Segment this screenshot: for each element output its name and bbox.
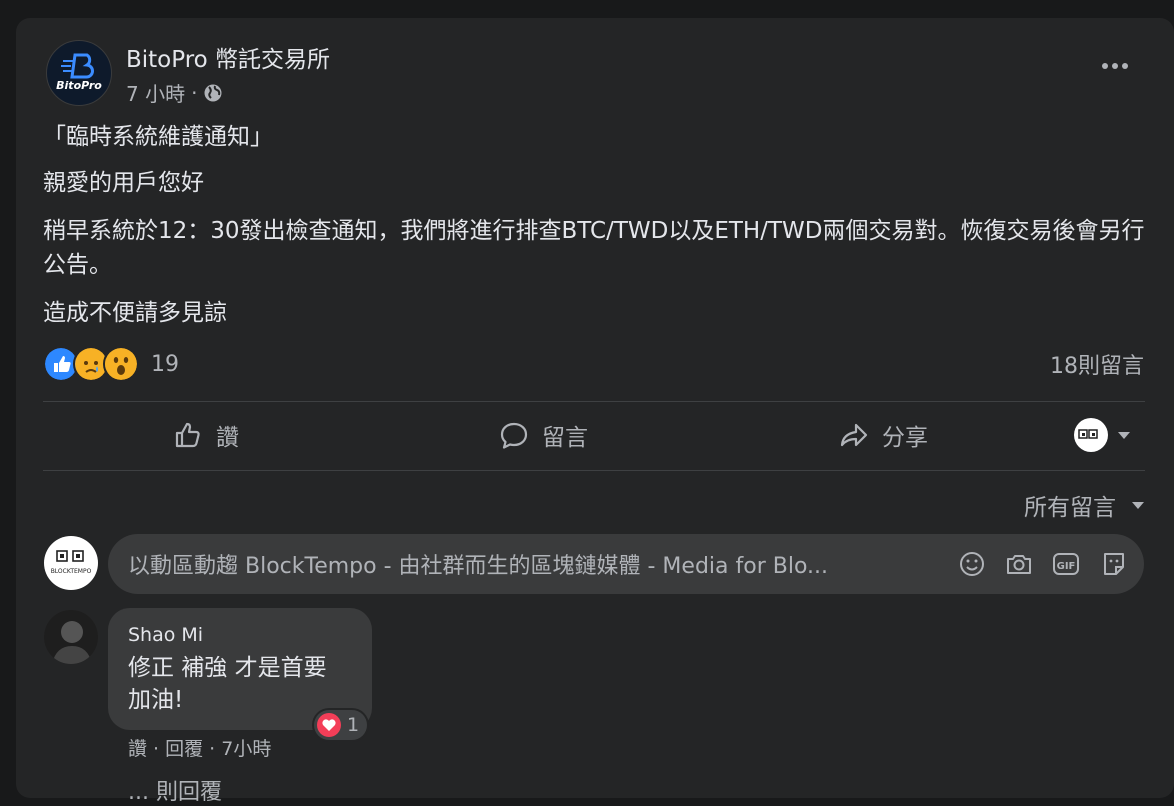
post-greeting-line: 親愛的用戶您好 (43, 170, 204, 196)
like-label: 讚 (216, 425, 239, 451)
post-meta: 7 小時 · (126, 78, 223, 107)
comment-reaction-badge[interactable]: 1 (314, 710, 368, 740)
meta-separator: · (191, 80, 198, 105)
reaction-summary[interactable]: 19 (43, 346, 179, 382)
thumbs-up-icon (175, 422, 200, 448)
share-icon (840, 423, 868, 447)
comment-sort-dropdown[interactable]: 所有留言 (1024, 488, 1144, 522)
comment-actions[interactable]: 讚 · 回覆 · 7小時 (128, 734, 271, 761)
more-options-icon[interactable] (1100, 54, 1130, 78)
blocktempo-logo-icon: BLOCKTEMPO (51, 550, 92, 575)
chevron-down-icon (1132, 501, 1144, 509)
post-card: BitoPro BitoPro 幣託交易所 7 小時 · 「臨時系統維護通知」 … (16, 18, 1174, 805)
sort-label: 所有留言 (1024, 495, 1116, 521)
page-name[interactable]: BitoPro 幣託交易所 (126, 40, 330, 74)
svg-text:BLOCKTEMPO: BLOCKTEMPO (51, 568, 92, 575)
comment-text: 修正 補強 才是首要 加油! (128, 652, 368, 716)
composer-avatar[interactable]: BLOCKTEMPO (44, 536, 98, 590)
like-button[interactable]: 讚 (172, 418, 239, 452)
gif-icon[interactable]: GIF (1052, 550, 1080, 578)
audience-selector[interactable] (1074, 418, 1130, 452)
comment-button[interactable]: 留言 (498, 418, 588, 452)
comment-label: 留言 (542, 425, 588, 451)
comment-count[interactable]: 18則留言 (1050, 348, 1144, 380)
reaction-count: 19 (151, 351, 179, 377)
sticker-icon[interactable] (1100, 550, 1128, 578)
comment-icon (500, 422, 528, 449)
globe-icon[interactable] (203, 83, 223, 103)
blocktempo-avatar-icon (1074, 418, 1108, 452)
comment-reaction-count: 1 (347, 714, 360, 736)
comment-text-line: 修正 補強 才是首要 (128, 655, 327, 681)
svg-text:GIF: GIF (1057, 561, 1076, 572)
chevron-down-icon (1118, 431, 1130, 439)
bitopro-logo-icon (61, 53, 94, 79)
divider (43, 401, 1145, 402)
page-avatar[interactable]: BitoPro (46, 40, 112, 106)
comment-bubble: Shao Mi 修正 補強 才是首要 加油! 1 (108, 608, 372, 740)
emoji-icon[interactable] (958, 550, 986, 578)
profile-photo-icon (44, 610, 98, 664)
post-title-line: 「臨時系統維護通知」 (43, 124, 273, 150)
post-closing-line: 造成不便請多見諒 (43, 300, 227, 326)
share-label: 分享 (882, 425, 928, 451)
post-time[interactable]: 7 小時 (126, 78, 185, 107)
wow-icon (103, 346, 139, 382)
camera-icon[interactable] (1005, 550, 1033, 578)
divider (43, 470, 1145, 471)
page-avatar-text: BitoPro (56, 79, 102, 92)
share-button[interactable]: 分享 (838, 418, 928, 452)
commenter-avatar[interactable] (44, 610, 98, 664)
post-body-line: 稍早系統於12：30發出檢查通知，我們將進行排查BTC/TWD以及ETH/TWD… (43, 218, 1145, 278)
comment-composer[interactable]: 以動區動趨 BlockTempo - 由社群而生的區塊鏈媒體 - Media f… (108, 534, 1144, 594)
view-more-replies[interactable]: ... 則回覆 (128, 774, 222, 806)
composer-input[interactable]: 以動區動趨 BlockTempo - 由社群而生的區塊鏈媒體 - Media f… (128, 548, 928, 580)
heart-icon (317, 713, 341, 737)
comment-author[interactable]: Shao Mi (128, 624, 203, 646)
